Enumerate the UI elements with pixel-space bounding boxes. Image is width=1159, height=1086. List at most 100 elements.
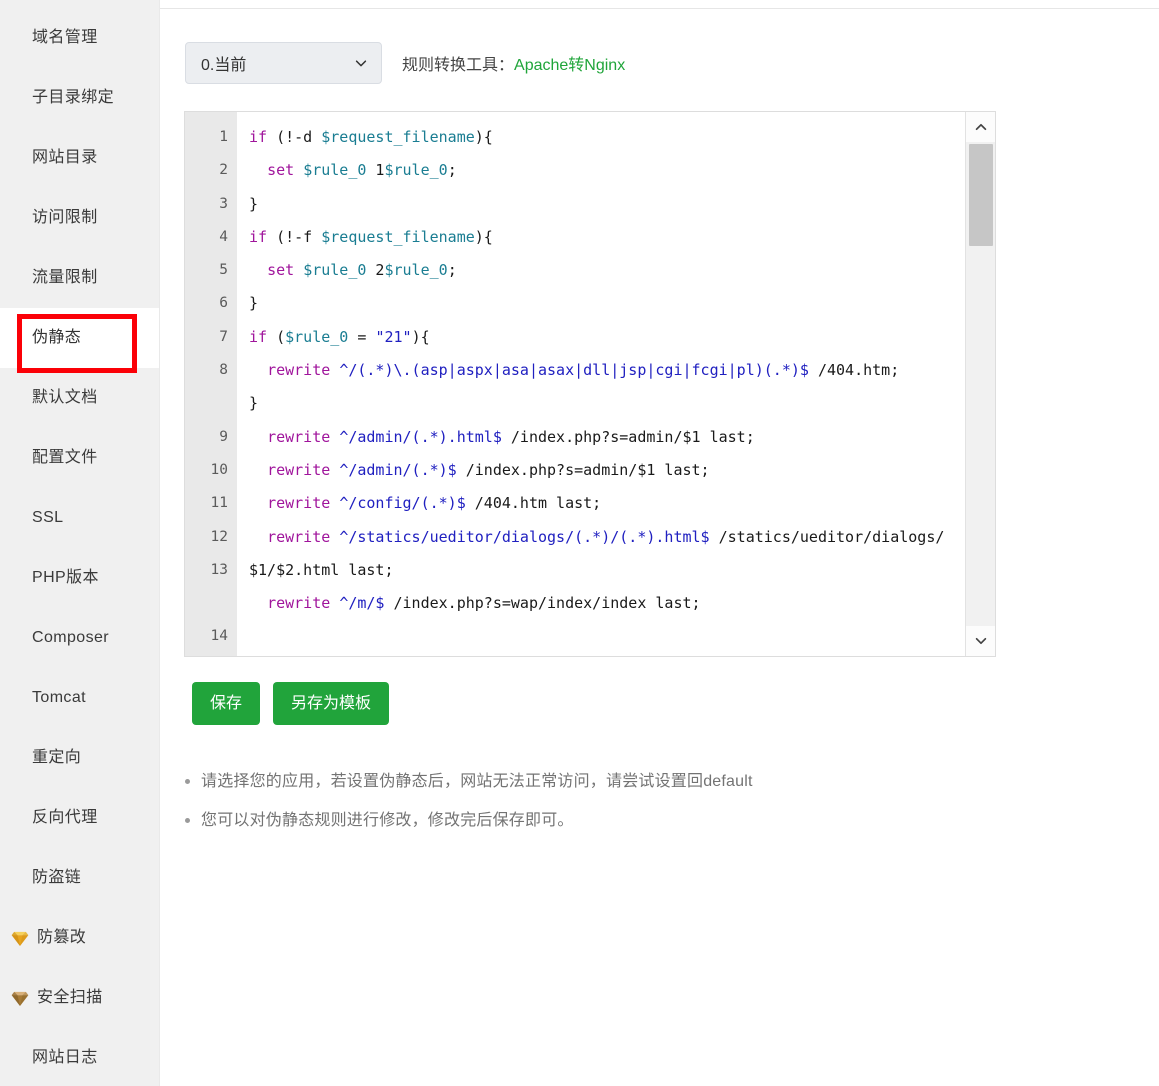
code-token: } [249, 394, 259, 413]
rule-template-select-value: 0.当前 [201, 57, 247, 74]
bullet-icon [185, 779, 190, 784]
code-token: ^/config/(.*)$ [339, 494, 466, 513]
sidebar-item-label: 默认文档 [32, 389, 98, 406]
line-number: 11 [210, 495, 228, 512]
main-content: 0.当前 规则转换工具：Apache转Nginx 1 2 3 4 5 6 7 8 9 10 11 12… [161, 9, 1159, 1086]
code-token: rewrite [267, 427, 331, 446]
code-token: $rule_0 [384, 261, 448, 280]
gem-icon-bronze [11, 991, 29, 1006]
help-notes: 请选择您的应用，若设置伪静态后，网站无法正常访问，请尝试设置回default 您可… [185, 762, 945, 840]
sidebar-item-9[interactable]: PHP版本 [0, 548, 159, 608]
line-number: 9 [219, 428, 228, 445]
sidebar-item-2[interactable]: 网站目录 [0, 128, 159, 188]
bullet-icon [185, 818, 190, 823]
code-token: /404.htm last; [465, 494, 602, 513]
sidebar-item-1[interactable]: 子目录绑定 [0, 68, 159, 128]
code-token: ^/(.*)\.(asp|aspx|asa|asax|dll|jsp|cgi|f… [339, 361, 809, 380]
rewrite-rules-editor[interactable]: 1 2 3 4 5 6 7 8 9 10 11 12 13 14 if (!-d $request_fil… [184, 111, 996, 657]
apache-to-nginx-link[interactable]: Apache转Nginx [514, 57, 625, 74]
sidebar-item-6[interactable]: 默认文档 [0, 368, 159, 428]
sidebar-item-12[interactable]: 重定向 [0, 728, 159, 788]
sidebar-item-16[interactable]: 安全扫描 [0, 968, 159, 1028]
sidebar-item-label: 防篡改 [37, 929, 87, 946]
sidebar-item-4[interactable]: 流量限制 [0, 248, 159, 308]
code-token: ( [267, 327, 286, 346]
code-line: if (!-f $request_filename){ [249, 221, 965, 254]
converter-label: 规则转换工具： [402, 57, 515, 74]
help-note-item: 您可以对伪静态规则进行修改，修改完后保存即可。 [185, 801, 945, 840]
save-button[interactable]: 保存 [192, 682, 261, 725]
line-number: 6 [219, 295, 228, 312]
line-number: 10 [210, 461, 228, 478]
code-line: } [249, 287, 965, 320]
sidebar-item-13[interactable]: 反向代理 [0, 788, 159, 848]
sidebar-item-label: Composer [32, 629, 110, 646]
gem-icon-gold [11, 931, 29, 946]
code-token: ^/admin/(.*)$ [339, 460, 457, 479]
sidebar-item-label: 重定向 [32, 749, 82, 766]
code-line: if (!-d $request_filename){ [249, 121, 965, 154]
code-token: if [249, 327, 268, 346]
line-number: 13 [210, 561, 228, 578]
sidebar-item-label: 配置文件 [32, 449, 98, 466]
sidebar-item-14[interactable]: 防盗链 [0, 848, 159, 908]
code-token: $request_filename [321, 227, 475, 246]
code-line: rewrite ^/statics/ueditor/dialogs/(.*)/(… [249, 521, 965, 588]
code-token: $rule_0 [303, 261, 367, 280]
scrollbar-thumb[interactable] [969, 144, 993, 246]
editor-actions: 保存 另存为模板 [192, 682, 390, 725]
sidebar-nav: 域名管理子目录绑定 网站目录访问限制流量限制伪静态默认文档配置文件 SSL PHP版本… [0, 0, 160, 1086]
code-token: 2 [366, 261, 385, 280]
sidebar-item-label: SSL [32, 509, 64, 526]
code-token: (!-d [267, 128, 322, 146]
sidebar-item-17[interactable]: 网站日志 [0, 1028, 159, 1086]
line-number: 3 [219, 195, 228, 212]
code-token: } [249, 294, 259, 313]
code-token: /index.php?s=admin/$1 last; [456, 460, 710, 479]
code-token: rewrite [267, 594, 331, 613]
scroll-down-button[interactable] [966, 626, 995, 656]
code-token: 1 [366, 161, 385, 180]
editor-scrollbar[interactable] [965, 112, 995, 656]
line-number: 1 [219, 129, 228, 145]
code-token: $request_filename [321, 128, 475, 146]
code-token: rewrite [267, 361, 331, 380]
chevron-down-icon [355, 60, 367, 67]
sidebar-item-label: 访问限制 [32, 209, 98, 226]
sidebar-item-15[interactable]: 防篡改 [0, 908, 159, 968]
code-token: ; [447, 161, 457, 180]
code-line: } [249, 387, 965, 420]
line-number: 2 [219, 162, 228, 179]
code-token: if [249, 128, 268, 146]
sidebar-item-label: 防盗链 [32, 869, 82, 886]
sidebar-item-8[interactable]: SSL [0, 488, 159, 548]
sidebar-item-label: 反向代理 [32, 809, 98, 826]
scroll-up-button[interactable] [966, 112, 995, 142]
code-token: if [249, 227, 268, 246]
rule-template-select[interactable]: 0.当前 [185, 42, 382, 84]
code-line: } [249, 188, 965, 221]
page-root: 域名管理子目录绑定 网站目录访问限制流量限制伪静态默认文档配置文件 SSL PHP版本… [0, 0, 1159, 1086]
sidebar-item-11[interactable]: Tomcat [0, 668, 159, 728]
sidebar-item-10[interactable]: Composer [0, 608, 159, 668]
editor-code-area[interactable]: if (!-d $request_filename){ set $rule_0 … [237, 112, 965, 656]
sidebar-item-7[interactable]: 配置文件 [0, 428, 159, 488]
sidebar-item-label: 域名管理 [32, 29, 98, 46]
save-as-template-button[interactable]: 另存为模板 [273, 682, 390, 725]
sidebar-item-3[interactable]: 访问限制 [0, 188, 159, 248]
code-token: ){ [474, 128, 493, 146]
code-token: } [249, 194, 259, 213]
chevron-down-icon [975, 637, 987, 645]
help-note-text: 请选择您的应用，若设置伪静态后，网站无法正常访问，请尝试设置回default [201, 773, 753, 790]
sidebar-item-label: 伪静态 [32, 329, 82, 346]
sidebar-item-0[interactable]: 域名管理 [0, 8, 159, 68]
code-line: rewrite ^/config/(.*)$ /404.htm last; [249, 487, 965, 520]
sidebar-item-5[interactable]: 伪静态 [0, 308, 159, 368]
